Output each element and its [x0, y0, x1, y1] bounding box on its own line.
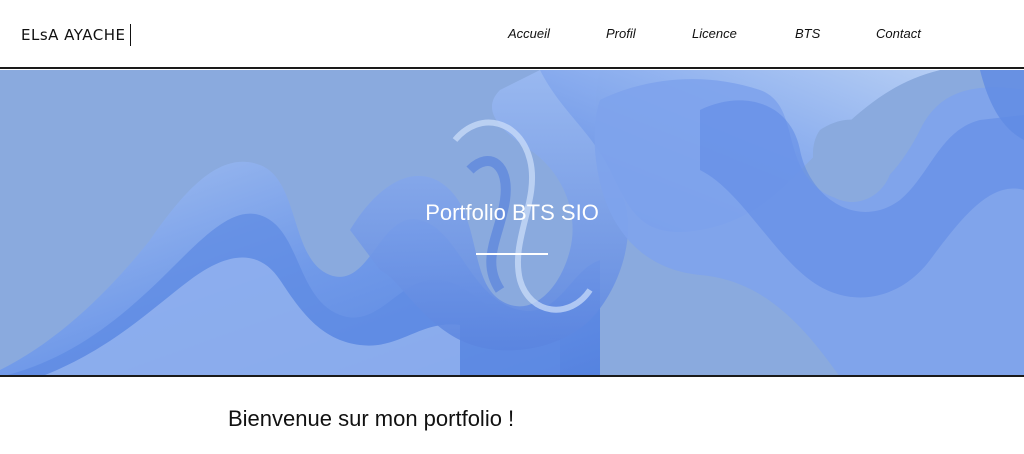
nav-link-contact[interactable]: Contact [876, 26, 921, 41]
nav-link-bts[interactable]: BTS [795, 26, 820, 41]
site-header: ELsA AYACHE Accueil Profil Licence BTS C… [0, 0, 1024, 69]
welcome-heading: Bienvenue sur mon portfolio ! [228, 406, 515, 431]
main-nav: Accueil Profil Licence BTS Contact [0, 26, 1024, 44]
nav-link-profil[interactable]: Profil [606, 26, 636, 41]
hero-title-underline [476, 253, 548, 255]
hero-title: Portfolio BTS SIO [425, 200, 599, 225]
nav-link-licence[interactable]: Licence [692, 26, 737, 41]
nav-link-accueil[interactable]: Accueil [508, 26, 550, 41]
hero-banner: Portfolio BTS SIO [0, 70, 1024, 377]
